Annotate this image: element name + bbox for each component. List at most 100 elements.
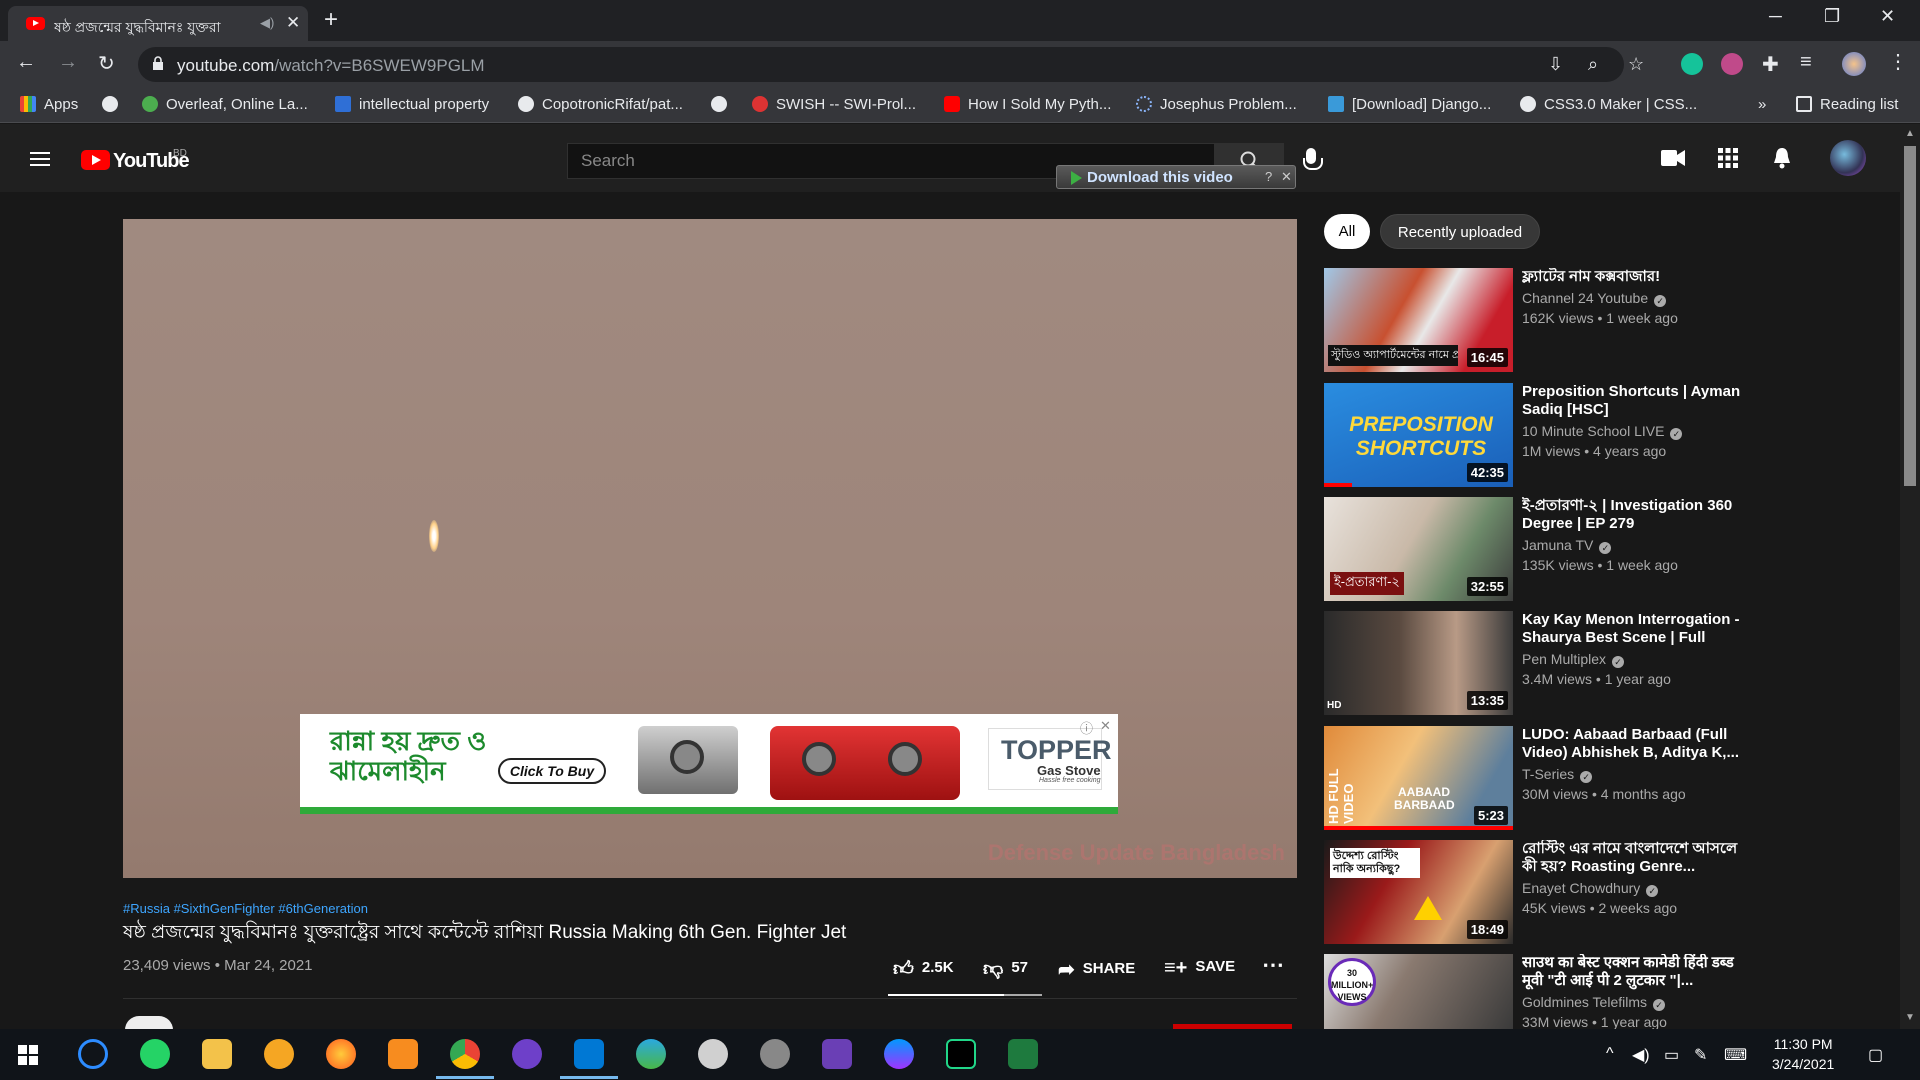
- recommended-video[interactable]: PREPOSITION SHORTCUTS 42:35 Preposition …: [1324, 383, 1844, 487]
- extensions-puzzle-icon[interactable]: ✚: [1762, 52, 1779, 77]
- microphone-icon[interactable]: [1303, 148, 1323, 170]
- video-thumbnail[interactable]: স্টুডিও অ্যাপার্টমেন্টের নামে প্রতারণা 1…: [1324, 268, 1513, 372]
- new-tab-button[interactable]: +: [324, 6, 338, 34]
- bookmark-css3-maker[interactable]: CSS3.0 Maker | CSS...: [1520, 96, 1697, 113]
- video-thumbnail[interactable]: HD FULL VIDEO AABAAD BARBAAD 5:23: [1324, 726, 1513, 830]
- video-thumbnail[interactable]: ই-প্রতারণা-২ 32:55: [1324, 497, 1513, 601]
- address-bar[interactable]: youtube.com/watch?v=B6SWEW9PGLM ⇩ ⌕ ☆: [138, 47, 1644, 82]
- video-thumbnail[interactable]: 30 MILLION+ VIEWS: [1324, 954, 1513, 1029]
- system-clock[interactable]: 11:30 PM 3/24/2021: [1772, 1034, 1834, 1074]
- app-icon[interactable]: [636, 1039, 666, 1069]
- bookmark-overleaf[interactable]: Overleaf, Online La...: [142, 96, 308, 113]
- minimize-icon[interactable]: ─: [1769, 6, 1782, 27]
- close-window-icon[interactable]: ✕: [1880, 6, 1895, 27]
- user-avatar[interactable]: [1830, 140, 1866, 176]
- channel-name[interactable]: Goldmines Telefilms ✓: [1522, 994, 1666, 1011]
- channel-name[interactable]: Enayet Chowdhury ✓: [1522, 880, 1659, 897]
- forward-icon[interactable]: →: [58, 51, 78, 74]
- share-button[interactable]: ➦ SHARE: [1058, 957, 1135, 982]
- browser-tab-active[interactable]: ষষ্ঠ প্রজন্মের যুদ্ধবিমানঃ যুক্তরা ◀) ✕: [8, 6, 308, 41]
- visual-studio-icon[interactable]: [822, 1039, 852, 1069]
- recommended-title[interactable]: Preposition Shortcuts | Ayman Sadiq [HSC…: [1522, 383, 1752, 419]
- recommended-title[interactable]: রোস্টিং এর নামে বাংলাদেশে আসলে কী হয়? R…: [1522, 840, 1752, 876]
- app-icon[interactable]: [698, 1039, 728, 1069]
- install-app-icon[interactable]: ⇩: [1548, 54, 1563, 75]
- recommended-title[interactable]: साउथ का बेस्ट एक्शन कामेडी हिंदी डब्ड मू…: [1522, 954, 1752, 990]
- video-thumbnail[interactable]: উদ্দেশ্য রোস্টিং নাকি অন্যকিছু? 18:49: [1324, 840, 1513, 944]
- bookmark-django[interactable]: [Download] Django...: [1328, 96, 1491, 113]
- bookmark-josephus[interactable]: Josephus Problem...: [1136, 96, 1297, 113]
- chrome-icon[interactable]: [436, 1039, 494, 1079]
- tab-audio-icon[interactable]: ◀): [260, 15, 274, 31]
- grammarly-extension-icon[interactable]: [1681, 53, 1703, 75]
- recommended-title[interactable]: Kay Kay Menon Interrogation - Shaurya Be…: [1522, 611, 1752, 647]
- channel-name[interactable]: Pen Multiplex ✓: [1522, 651, 1625, 668]
- video-player[interactable]: Defense Update Bangladesh রান্না হয় দ্র…: [123, 219, 1297, 878]
- chrome-menu-icon[interactable]: ⋮: [1888, 49, 1908, 74]
- ad-info-icon[interactable]: ⓘ: [1080, 718, 1093, 737]
- reload-icon[interactable]: ↻: [98, 51, 115, 76]
- scroll-down-icon[interactable]: ▼: [1905, 1012, 1915, 1023]
- channel-avatar[interactable]: [125, 1016, 173, 1030]
- notification-center-icon[interactable]: ▢: [1868, 1045, 1883, 1065]
- video-thumbnail[interactable]: PREPOSITION SHORTCUTS 42:35: [1324, 383, 1513, 487]
- channel-name[interactable]: Channel 24 Youtube ✓: [1522, 290, 1667, 307]
- volume-icon[interactable]: ◀): [1632, 1045, 1650, 1065]
- bookmark-youtube[interactable]: How I Sold My Pyth...: [944, 96, 1111, 113]
- channel-name[interactable]: 10 Minute School LIVE ✓: [1522, 423, 1683, 440]
- bookmark-swish[interactable]: SWISH -- SWI-Prol...: [752, 96, 916, 113]
- bookmark-star-icon[interactable]: ☆: [1628, 54, 1644, 75]
- apps-grid-icon[interactable]: [1718, 148, 1738, 168]
- file-explorer-icon[interactable]: [202, 1039, 232, 1069]
- recommended-title[interactable]: ই-প্রতারণা-২ | Investigation 360 Degree …: [1522, 497, 1752, 533]
- zoom-icon[interactable]: ⌕: [1588, 54, 1598, 75]
- network-icon[interactable]: ▭: [1664, 1045, 1679, 1065]
- recommended-video[interactable]: HD 13:35 Kay Kay Menon Interrogation - S…: [1324, 611, 1844, 715]
- pycharm-icon[interactable]: [946, 1039, 976, 1069]
- create-video-icon[interactable]: [1661, 150, 1685, 166]
- overlay-ad[interactable]: রান্না হয় দ্রুত ও ঝামেলাহীন Click To Bu…: [300, 714, 1118, 814]
- ad-close-icon[interactable]: ✕: [1100, 718, 1111, 734]
- bookmarks-overflow-button[interactable]: »: [1758, 96, 1766, 113]
- recommended-video[interactable]: ই-প্রতারণা-২ 32:55 ই-প্রতারণা-২ | Invest…: [1324, 497, 1844, 601]
- youtube-logo-icon[interactable]: [81, 150, 110, 170]
- recommended-title[interactable]: LUDO: Aabaad Barbaad (Full Video) Abhish…: [1522, 726, 1752, 762]
- help-icon[interactable]: ?: [1265, 169, 1272, 184]
- tab-close-icon[interactable]: ✕: [286, 13, 300, 33]
- scrollbar-thumb[interactable]: [1904, 146, 1916, 486]
- video-hashtags[interactable]: #Russia #SixthGenFighter #6thGeneration: [123, 901, 368, 916]
- page-scrollbar[interactable]: ▲ ▼: [1900, 124, 1920, 1029]
- scroll-up-icon[interactable]: ▲: [1905, 128, 1915, 139]
- recommended-video[interactable]: 30 MILLION+ VIEWS साउथ का बेस्ट एक्शन का…: [1324, 954, 1844, 1029]
- cortana-icon[interactable]: [78, 1039, 108, 1069]
- github-desktop-icon[interactable]: [512, 1039, 542, 1069]
- recommended-video[interactable]: স্টুডিও অ্যাপার্টমেন্টের নামে প্রতারণা 1…: [1324, 268, 1844, 372]
- video-thumbnail[interactable]: HD 13:35: [1324, 611, 1513, 715]
- pen-icon[interactable]: ✎: [1694, 1045, 1707, 1065]
- bookmark-globe-2[interactable]: [711, 96, 735, 113]
- messenger-icon[interactable]: [884, 1039, 914, 1069]
- save-button[interactable]: ≡+ SAVE: [1164, 957, 1235, 980]
- ad-click-to-buy-button[interactable]: Click To Buy: [498, 758, 606, 784]
- notifications-bell-icon[interactable]: [1772, 146, 1792, 170]
- vscode-icon[interactable]: [560, 1039, 618, 1079]
- keyboard-icon[interactable]: ⌨: [1724, 1045, 1747, 1065]
- dislike-button[interactable]: 👎︎ 57: [983, 957, 1028, 981]
- bookmark-globe[interactable]: [102, 96, 126, 113]
- like-button[interactable]: 👍︎ 2.5K: [893, 957, 954, 981]
- media-control-icon[interactable]: ≡: [1800, 51, 1812, 74]
- more-actions-icon[interactable]: ⋯: [1262, 952, 1284, 978]
- chip-recently-uploaded[interactable]: Recently uploaded: [1380, 214, 1540, 249]
- windows-start-icon[interactable]: [18, 1045, 38, 1065]
- download-video-bar[interactable]: Download this video ? ✕: [1056, 165, 1296, 189]
- app-icon[interactable]: [264, 1039, 294, 1069]
- bookmark-apps[interactable]: Apps: [20, 96, 78, 113]
- bookmark-intellectual-property[interactable]: intellectual property: [335, 96, 489, 113]
- app-icon[interactable]: [1008, 1039, 1038, 1069]
- extension-icon[interactable]: [1721, 53, 1743, 75]
- channel-name[interactable]: T-Series ✓: [1522, 766, 1593, 783]
- app-icon[interactable]: [760, 1039, 790, 1069]
- menu-icon[interactable]: [30, 152, 50, 166]
- whatsapp-icon[interactable]: [140, 1039, 170, 1069]
- recommended-title[interactable]: ফ্ল্যাটের নাম কক্সবাজার!: [1522, 268, 1752, 286]
